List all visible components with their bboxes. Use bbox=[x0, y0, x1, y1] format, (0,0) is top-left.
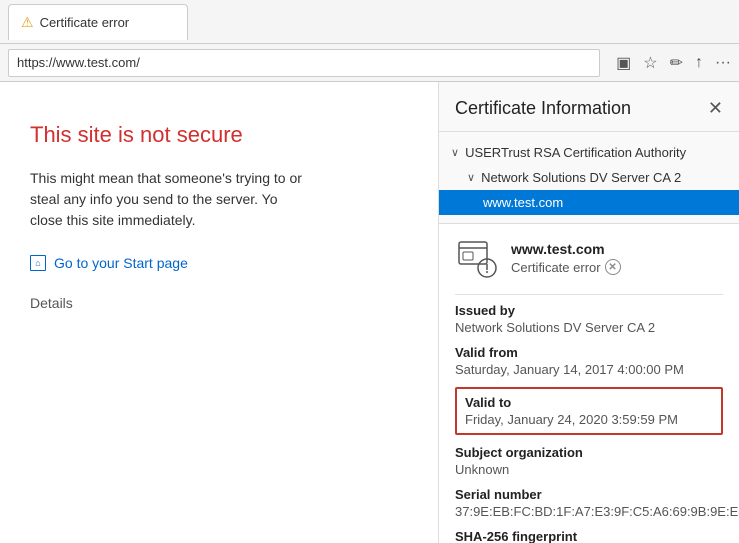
cert-icon bbox=[455, 236, 499, 280]
cert-field-sha256: SHA-256 fingerprint bbox=[455, 529, 723, 543]
home-icon: ⌂ bbox=[30, 255, 46, 271]
cert-details: www.test.com Certificate error ✕ Issued … bbox=[439, 224, 739, 543]
active-tab[interactable]: ⚠ Certificate error bbox=[8, 4, 188, 40]
cert-status: Certificate error ✕ bbox=[511, 259, 723, 275]
cert-subject-row: www.test.com Certificate error ✕ bbox=[455, 236, 723, 280]
tree-item-root-label: USERTrust RSA Certification Authority bbox=[465, 145, 686, 160]
cert-field-serial-value: 37:9E:EB:FC:BD:1F:A7:E3:9F:C5:A6:69:9B:9… bbox=[455, 504, 723, 519]
cert-field-sha256-label: SHA-256 fingerprint bbox=[455, 529, 723, 543]
cert-error-circle-icon: ✕ bbox=[605, 259, 621, 275]
cert-field-valid-from-label: Valid from bbox=[455, 345, 723, 360]
cert-field-subject-org-value: Unknown bbox=[455, 462, 723, 477]
cert-pane-header: Certificate Information ✕ bbox=[439, 82, 739, 132]
start-page-link[interactable]: ⌂ Go to your Start page bbox=[30, 255, 408, 271]
address-text: https://www.test.com/ bbox=[17, 55, 140, 70]
tab-bar: ⚠ Certificate error bbox=[0, 0, 739, 44]
error-title: This site is not secure bbox=[30, 122, 408, 148]
tab-warning-icon: ⚠ bbox=[21, 14, 34, 31]
cert-field-valid-to: Valid to Friday, January 24, 2020 3:59:5… bbox=[455, 387, 723, 435]
cert-pane-close-button[interactable]: ✕ bbox=[708, 98, 723, 119]
cert-field-issued-by-label: Issued by bbox=[455, 303, 723, 318]
reader-icon[interactable]: ▣ bbox=[616, 53, 631, 73]
start-page-label: Go to your Start page bbox=[54, 255, 188, 271]
cert-status-text: Certificate error bbox=[511, 260, 601, 275]
cert-pane: Certificate Information ✕ ∨ USERTrust RS… bbox=[439, 82, 739, 543]
cert-field-valid-to-value: Friday, January 24, 2020 3:59:59 PM bbox=[465, 412, 713, 427]
share-icon[interactable]: ↑ bbox=[695, 54, 703, 72]
cert-pane-title: Certificate Information bbox=[455, 98, 631, 119]
cert-field-valid-from: Valid from Saturday, January 14, 2017 4:… bbox=[455, 345, 723, 377]
details-link[interactable]: Details bbox=[30, 295, 408, 311]
error-description: This might mean that someone's trying to… bbox=[30, 168, 310, 231]
divider-1 bbox=[455, 294, 723, 295]
cert-field-subject-org-label: Subject organization bbox=[455, 445, 723, 460]
tree-item-intermediate[interactable]: ∨ Network Solutions DV Server CA 2 bbox=[439, 165, 739, 190]
toolbar-icons: ▣ ☆ ✏ ↑ ··· bbox=[616, 53, 731, 73]
cert-field-valid-to-label: Valid to bbox=[465, 395, 713, 410]
cert-subject-info: www.test.com Certificate error ✕ bbox=[511, 241, 723, 275]
cert-field-valid-from-value: Saturday, January 14, 2017 4:00:00 PM bbox=[455, 362, 723, 377]
cert-tree: ∨ USERTrust RSA Certification Authority … bbox=[439, 132, 739, 224]
error-pane: This site is not secure This might mean … bbox=[0, 82, 439, 543]
cert-field-serial: Serial number 37:9E:EB:FC:BD:1F:A7:E3:9F… bbox=[455, 487, 723, 519]
cert-field-issued-by-value: Network Solutions DV Server CA 2 bbox=[455, 320, 723, 335]
cert-field-serial-label: Serial number bbox=[455, 487, 723, 502]
address-bar-row: https://www.test.com/ ▣ ☆ ✏ ↑ ··· bbox=[0, 44, 739, 82]
chevron-icon: ∨ bbox=[451, 146, 459, 159]
tree-item-intermediate-label: Network Solutions DV Server CA 2 bbox=[481, 170, 681, 185]
cert-field-subject-org: Subject organization Unknown bbox=[455, 445, 723, 477]
tree-item-leaf-label: www.test.com bbox=[483, 195, 563, 210]
address-bar[interactable]: https://www.test.com/ bbox=[8, 49, 600, 77]
more-icon[interactable]: ··· bbox=[715, 54, 731, 72]
tree-item-root[interactable]: ∨ USERTrust RSA Certification Authority bbox=[439, 140, 739, 165]
chevron-icon: ∨ bbox=[467, 171, 475, 184]
pen-icon[interactable]: ✏ bbox=[670, 53, 683, 73]
main-content: This site is not secure This might mean … bbox=[0, 82, 739, 543]
star-icon[interactable]: ☆ bbox=[643, 53, 657, 73]
tab-label: Certificate error bbox=[40, 15, 130, 30]
cert-field-issued-by: Issued by Network Solutions DV Server CA… bbox=[455, 303, 723, 335]
cert-domain: www.test.com bbox=[511, 241, 723, 257]
tree-item-leaf[interactable]: www.test.com bbox=[439, 190, 739, 215]
